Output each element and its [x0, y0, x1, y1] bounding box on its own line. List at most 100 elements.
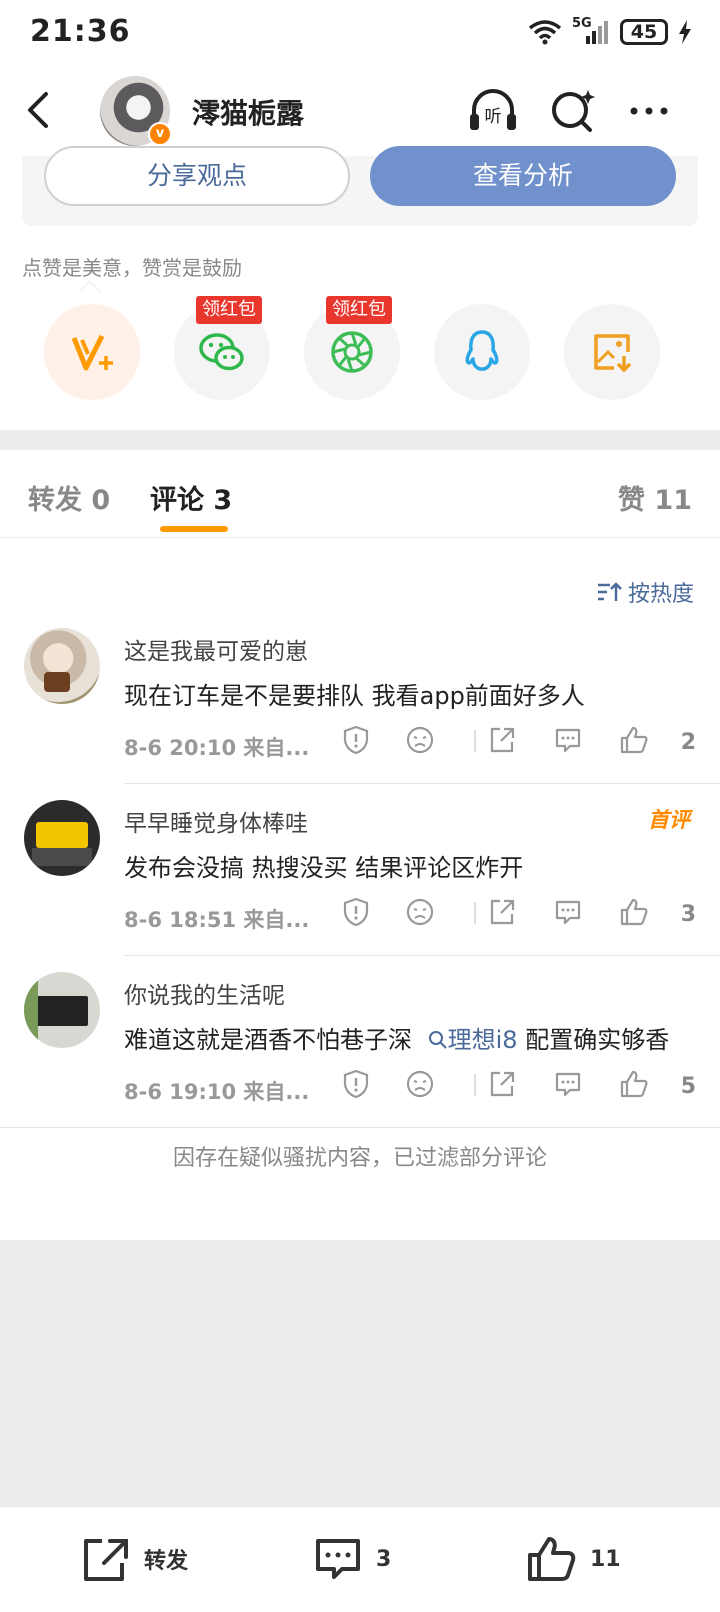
wifi-icon	[528, 20, 562, 45]
comment-source: 来自...	[243, 736, 310, 760]
action-separator	[474, 902, 476, 924]
commenter-name[interactable]: 早早睡觉身体棒哇	[124, 804, 308, 838]
share-wechat[interactable]: 领红包	[174, 296, 270, 400]
comment-meta: 8-6 19:10 来自...	[124, 1076, 309, 1106]
like-count: 11	[590, 1546, 621, 1572]
search-icon[interactable]	[546, 84, 600, 138]
comment-button[interactable]: 3	[312, 1535, 391, 1583]
report-icon[interactable]	[340, 724, 372, 756]
commenter-name[interactable]: 你说我的生活呢	[124, 976, 285, 1010]
share-icon[interactable]	[486, 1068, 518, 1100]
hint-pointer	[78, 280, 102, 304]
comment-item[interactable]: 这是我最可爱的崽 现在订车是不是要排队 我看app前面好多人 8-6 20:10…	[0, 612, 720, 784]
avatar-plant-decoration	[24, 972, 38, 1048]
charging-icon	[679, 20, 691, 44]
share-icon[interactable]	[486, 724, 518, 756]
tab-comment-label: 评论	[150, 485, 204, 516]
sort-button[interactable]: 按热度	[596, 576, 694, 608]
signal-icon: 5G	[572, 16, 610, 46]
topic-search-icon	[428, 1031, 447, 1049]
tab-comment-count: 3	[213, 485, 233, 516]
tab-repost[interactable]: 转发 0	[28, 478, 110, 517]
battery-indicator: 45	[620, 19, 668, 45]
repost-button[interactable]: 转发	[80, 1535, 188, 1583]
filtered-notice: 因存在疑似骚扰内容，已过滤部分评论	[172, 1146, 547, 1171]
share-opinion-button[interactable]: 分享观点	[44, 146, 350, 206]
save-image-icon	[594, 334, 632, 373]
report-icon[interactable]	[340, 1068, 372, 1100]
comment-actions	[343, 724, 700, 764]
share-qq[interactable]	[434, 304, 530, 400]
svg-text:听: 听	[485, 107, 502, 127]
avatar-tv-decoration	[36, 996, 88, 1026]
share-panel: 分享观点 查看分析 点赞是美意，赞赏是鼓励 领红包 领红包	[0, 146, 720, 430]
comment-time: 8-6 19:10	[124, 1080, 237, 1104]
status-time: 21:36	[30, 14, 131, 49]
like-icon[interactable]	[618, 1068, 650, 1100]
tab-repost-count: 0	[91, 485, 111, 516]
share-vplus[interactable]	[44, 304, 140, 400]
avatar-cake-base	[32, 848, 92, 866]
verified-badge: v	[148, 122, 172, 146]
comment-text-part: 难道这就是酒香不怕巷子深	[124, 1026, 412, 1054]
comment-like-count: 3	[680, 902, 696, 927]
comment-item[interactable]: 你说我的生活呢 难道这就是酒香不怕巷子深 理想i8 配置确实够香 8-6 19:…	[0, 956, 720, 1128]
share-moments[interactable]: 领红包	[304, 296, 400, 400]
tab-repost-label: 转发	[28, 485, 82, 516]
commenter-name[interactable]: 这是我最可爱的崽	[124, 632, 308, 666]
post-header: v 澪猫栀露 听	[0, 66, 720, 156]
action-separator	[474, 730, 476, 752]
bottom-action-bar: 转发 3 11	[0, 1506, 720, 1612]
tab-bar: 转发 0 评论 3 赞 11	[0, 450, 720, 538]
like-icon[interactable]	[618, 724, 650, 756]
share-icon[interactable]	[486, 896, 518, 928]
listen-icon[interactable]: 听	[466, 84, 520, 138]
commenter-avatar[interactable]	[24, 800, 100, 876]
sort-label: 按热度	[627, 582, 694, 607]
status-bar: 21:36 5G 45	[0, 0, 720, 66]
share-targets: 领红包 领红包	[44, 296, 678, 400]
report-icon[interactable]	[340, 896, 372, 928]
comment-meta: 8-6 20:10 来自...	[124, 732, 309, 762]
comment-divider	[0, 1127, 720, 1128]
tab-comment[interactable]: 评论 3	[150, 478, 232, 517]
first-comment-badge: 首评	[648, 808, 690, 832]
tab-like-label: 赞	[618, 485, 646, 516]
back-arrow-icon[interactable]	[20, 86, 60, 134]
dislike-face-icon[interactable]	[404, 724, 436, 756]
red-packet-tag: 领红包	[196, 296, 262, 324]
wechat-icon	[199, 333, 244, 371]
view-analysis-button[interactable]: 查看分析	[370, 146, 676, 206]
status-icons: 5G 45	[528, 16, 692, 46]
author-avatar[interactable]: v	[100, 76, 172, 146]
comment-item[interactable]: 早早睡觉身体棒哇 首评 发布会没搞 热搜没买 结果评论区炸开 8-6 18:51…	[0, 784, 720, 956]
comment-icon	[316, 1539, 360, 1579]
share-save-image[interactable]	[564, 304, 660, 400]
dislike-face-icon[interactable]	[404, 896, 436, 928]
comment-time: 8-6 20:10	[124, 736, 237, 760]
reply-icon[interactable]	[552, 724, 584, 756]
topic-link[interactable]: 理想i8	[420, 1026, 526, 1054]
like-icon[interactable]	[618, 896, 650, 928]
comment-time: 8-6 18:51	[124, 908, 237, 932]
comment-text: 发布会没搞 热搜没买 结果评论区炸开	[124, 854, 524, 882]
tab-like[interactable]: 赞 11	[618, 478, 692, 517]
comment-text: 现在订车是不是要排队 我看app前面好多人	[124, 682, 585, 710]
author-name[interactable]: 澪猫栀露	[192, 92, 304, 132]
active-tab-indicator	[160, 526, 228, 532]
commenter-avatar[interactable]	[24, 628, 100, 704]
reply-icon[interactable]	[552, 1068, 584, 1100]
action-separator	[474, 1074, 476, 1096]
tab-like-count: 11	[654, 485, 692, 516]
reply-icon[interactable]	[552, 896, 584, 928]
comment-like-count: 5	[680, 1074, 696, 1099]
v-plus-icon	[71, 334, 113, 371]
sort-icon	[597, 582, 622, 601]
more-icon[interactable]	[622, 84, 676, 138]
commenter-avatar[interactable]	[24, 972, 100, 1048]
like-button[interactable]: 11	[526, 1535, 621, 1583]
red-packet-tag: 领红包	[326, 296, 392, 324]
comment-count: 3	[376, 1546, 392, 1572]
dislike-face-icon[interactable]	[404, 1068, 436, 1100]
comment-actions	[343, 1068, 700, 1108]
